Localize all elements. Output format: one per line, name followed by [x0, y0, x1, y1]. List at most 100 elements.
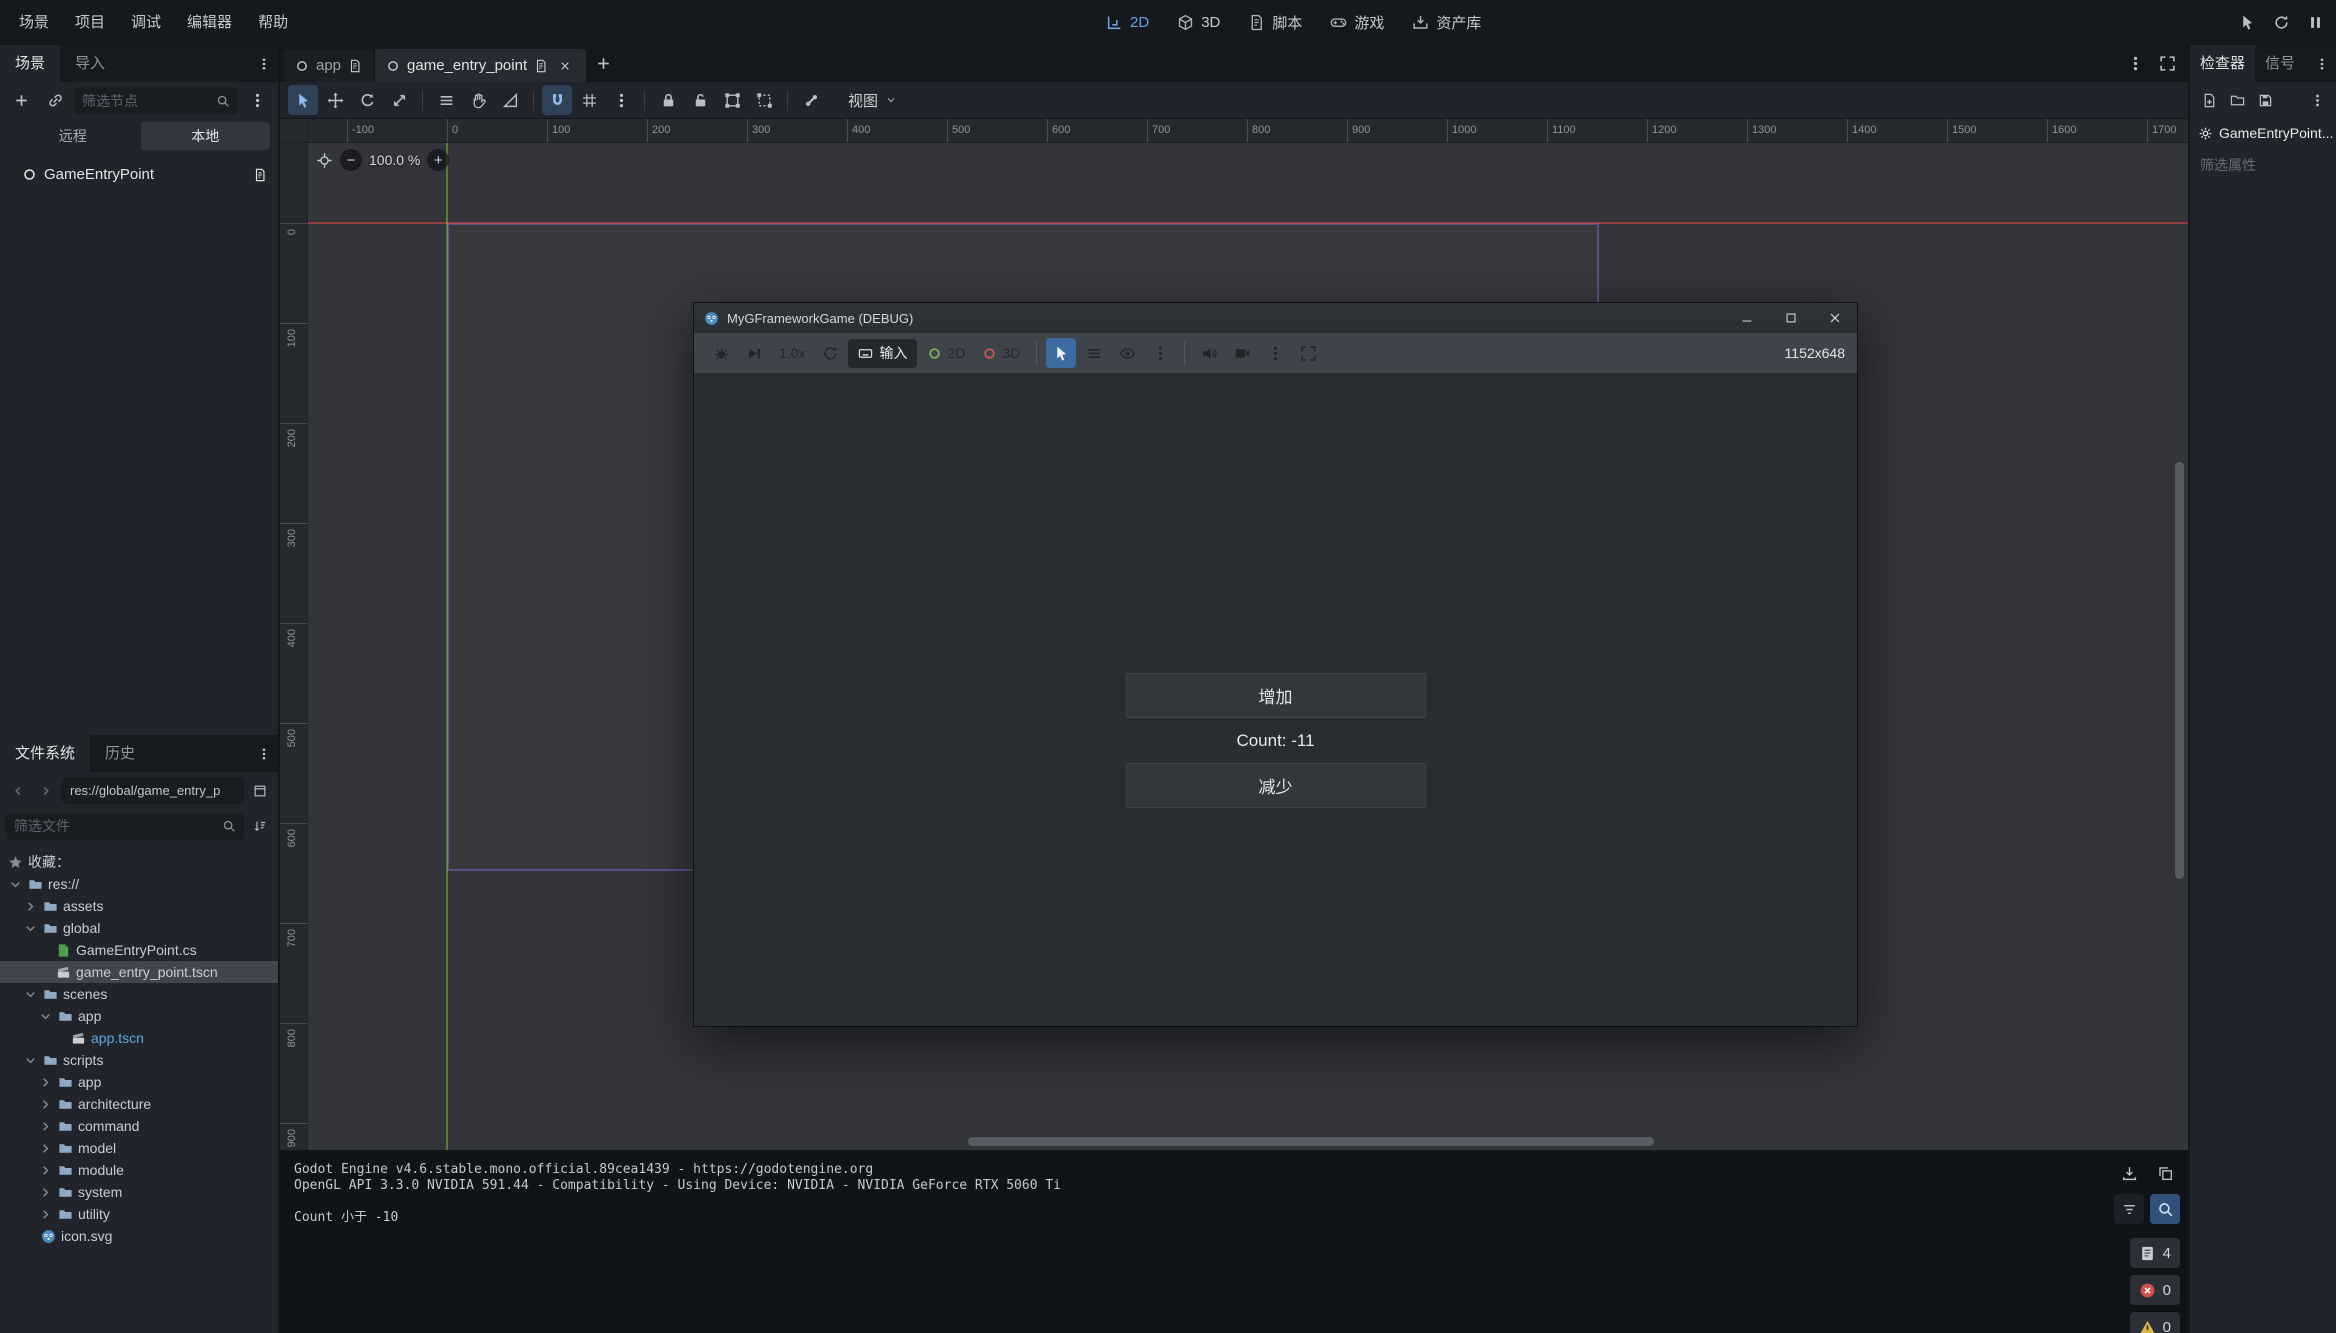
decrease-button[interactable]: 减少 [1126, 763, 1426, 808]
filter-nodes-input[interactable]: 筛选节点 [74, 87, 238, 114]
snap-options-menu[interactable] [606, 85, 636, 115]
history-forward-button[interactable] [34, 779, 58, 803]
game-fullscreen-button[interactable] [1293, 338, 1323, 368]
close-scene-tab-button[interactable] [555, 56, 575, 76]
filesystem-tab-0[interactable]: 文件系统 [0, 735, 90, 772]
fs-item-global[interactable]: global [0, 917, 278, 939]
fs-item-utility[interactable]: utility [0, 1203, 278, 1225]
skeleton-options-menu[interactable] [796, 85, 826, 115]
zoom-level-label[interactable]: 100.0 % [369, 152, 420, 168]
game-visibility-button[interactable] [1112, 338, 1142, 368]
list-select-tool[interactable] [431, 85, 461, 115]
group-selected-button[interactable] [717, 85, 747, 115]
vertical-scrollbar[interactable] [2175, 462, 2184, 879]
scene-tree-menu-button[interactable] [242, 86, 272, 116]
minimize-window-button[interactable] [1725, 303, 1769, 333]
debug-options-button[interactable] [706, 338, 736, 368]
time-scale-label[interactable]: 1.0x [772, 345, 812, 361]
fs-item-app[interactable]: app [0, 1005, 278, 1027]
workspace-ws-assetlib[interactable]: 资产库 [1401, 0, 1492, 45]
fs-item-game-entry-point.tscn[interactable]: game_entry_point.tscn [0, 961, 278, 983]
workspace-ws-game[interactable]: 游戏 [1319, 0, 1395, 45]
messages-count[interactable]: 4 [2130, 1238, 2180, 1268]
next-frame-button[interactable] [739, 338, 769, 368]
add-scene-tab-button[interactable] [588, 49, 618, 79]
fs-item-icon.svg[interactable]: icon.svg [0, 1225, 278, 1247]
copy-log-button[interactable] [2150, 1158, 2180, 1188]
fs-item-system[interactable]: system [0, 1181, 278, 1203]
lock-selected-button[interactable] [653, 85, 683, 115]
scene-tab-list-menu-button[interactable] [2120, 49, 2150, 79]
toggle-split-mode-button[interactable] [248, 779, 272, 803]
smart-snap-toggle[interactable] [542, 85, 572, 115]
errors-count[interactable]: 0 [2130, 1275, 2180, 1305]
embed-options-menu-button[interactable] [1260, 338, 1290, 368]
fs-item-architecture[interactable]: architecture [0, 1093, 278, 1115]
game-list-select-button[interactable] [1079, 338, 1109, 368]
interact-cursor-button[interactable] [2232, 7, 2262, 37]
fs-item-model[interactable]: model [0, 1137, 278, 1159]
log-search-button[interactable] [2150, 1194, 2180, 1224]
fs-item-scenes[interactable]: scenes [0, 983, 278, 1005]
distraction-free-toggle[interactable] [2152, 49, 2182, 79]
remote-button[interactable]: 远程 [8, 122, 138, 150]
game-select-tool-button[interactable] [1046, 338, 1076, 368]
input-toggle-button[interactable]: 输入 [848, 339, 917, 368]
filter-files-input[interactable]: 筛选文件 [6, 813, 244, 840]
inspector-node-header[interactable]: GameEntryPoint... [2190, 119, 2336, 147]
fs-item-app[interactable]: app [0, 1071, 278, 1093]
open-script-button[interactable] [248, 163, 272, 187]
restart-game-button[interactable] [2266, 7, 2296, 37]
zoom-in-button[interactable]: + [427, 149, 449, 171]
scene-tab-app[interactable]: app [284, 49, 373, 82]
vscroll-thumb[interactable] [2175, 462, 2184, 879]
fs-item-res---[interactable]: res:// [0, 873, 278, 895]
local-button[interactable]: 本地 [141, 122, 271, 150]
reset-time-scale-button[interactable] [815, 338, 845, 368]
scene-dock-tab-1[interactable]: 导入 [60, 45, 120, 82]
increase-button[interactable]: 增加 [1126, 673, 1426, 718]
save-resource-button[interactable] [2252, 88, 2278, 114]
new-resource-button[interactable] [2196, 88, 2222, 114]
fs-item-command[interactable]: command [0, 1115, 278, 1137]
fs-item-GameEntryPoint.cs[interactable]: GameEntryPoint.cs [0, 939, 278, 961]
fs-item-app.tscn[interactable]: app.tscn [0, 1027, 278, 1049]
inspector-tab-1[interactable]: 信号 [2255, 45, 2305, 82]
game-select-menu-button[interactable] [1145, 338, 1175, 368]
unlock-selected-button[interactable] [685, 85, 715, 115]
move-tool[interactable] [320, 85, 350, 115]
scene-tree-node[interactable]: GameEntryPoint [0, 161, 278, 188]
workspace-ws-script[interactable]: 脚本 [1237, 0, 1313, 45]
warnings-count[interactable]: 0 [2130, 1312, 2180, 1333]
zoom-out-button[interactable]: − [340, 149, 362, 171]
fs-item-module[interactable]: module [0, 1159, 278, 1181]
inspector-tab-0[interactable]: 检查器 [2190, 45, 2255, 82]
view-menu-button[interactable]: 视图 [840, 85, 905, 115]
embed-game-button[interactable] [1227, 338, 1257, 368]
log-filter-button[interactable] [2114, 1194, 2144, 1224]
scale-tool[interactable] [384, 85, 414, 115]
history-back-button[interactable] [6, 779, 30, 803]
menubar-menu-1[interactable]: 项目 [62, 0, 118, 45]
favorites-row[interactable]: 收藏： [0, 851, 278, 873]
scene-dock-tab-0[interactable]: 场景 [0, 45, 60, 82]
fs-item-scripts[interactable]: scripts [0, 1049, 278, 1071]
rotate-tool[interactable] [352, 85, 382, 115]
menubar-menu-2[interactable]: 调试 [118, 0, 174, 45]
scene-tab-game_entry_point[interactable]: game_entry_point [375, 49, 586, 82]
current-path-field[interactable]: res://global/game_entry_p [62, 777, 244, 804]
filesystem-tab-1[interactable]: 历史 [90, 735, 150, 772]
horizontal-scrollbar[interactable] [968, 1137, 1654, 1146]
load-resource-button[interactable] [2224, 88, 2250, 114]
select-tool[interactable] [288, 85, 318, 115]
mute-audio-button[interactable] [1194, 338, 1224, 368]
mode-3d-button[interactable]: 3D [975, 339, 1027, 368]
file-sort-button[interactable] [248, 814, 272, 838]
game-window-titlebar[interactable]: MyGFrameworkGame (DEBUG) [694, 303, 1857, 333]
mode-2d-button[interactable]: 2D [920, 339, 972, 368]
ruler-tool[interactable] [495, 85, 525, 115]
ungroup-selected-button[interactable] [749, 85, 779, 115]
workspace-ws-3d[interactable]: 3D [1166, 0, 1231, 45]
hscroll-thumb[interactable] [968, 1137, 1654, 1146]
filesystem-tabbar-menu-button[interactable] [252, 742, 276, 766]
